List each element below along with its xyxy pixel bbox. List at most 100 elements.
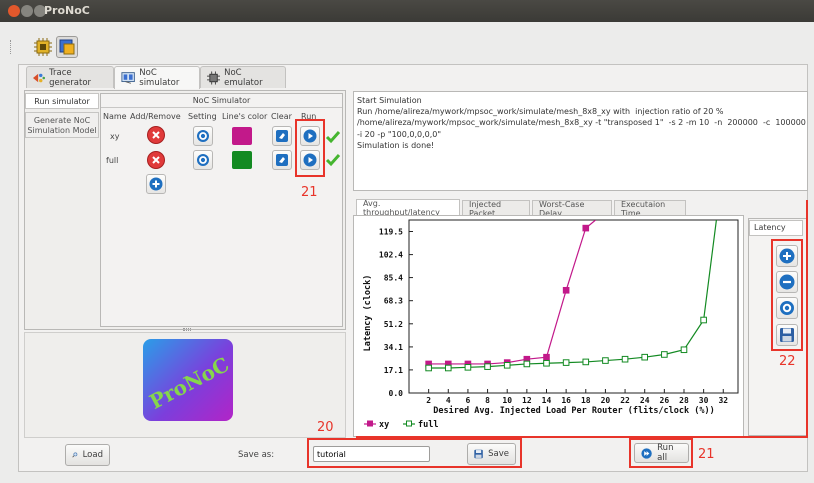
load-button-label: Load — [82, 450, 103, 460]
data-point-xy — [582, 224, 590, 232]
noc-simulator-title: NoC Simulator — [192, 96, 251, 105]
simulation-log: Start Simulation Run /home/alireza/mywor… — [353, 91, 808, 191]
run-all-button[interactable]: Run all — [634, 443, 689, 463]
remove-xy-button[interactable] — [147, 126, 165, 144]
clear-full-button[interactable] — [272, 150, 292, 170]
legend-marker-full — [406, 420, 412, 427]
x-tick-label: 4 — [446, 396, 451, 405]
side-tab-generate-model[interactable]: Generate NoC Simulation Model — [25, 112, 99, 138]
minimize-window-button[interactable] — [21, 5, 33, 17]
close-window-button[interactable] — [8, 5, 20, 17]
tab-trace-generator-label: Trace generator — [49, 67, 92, 88]
logo-text: ProNoC — [145, 352, 233, 414]
x-tick-label: 12 — [522, 396, 532, 405]
tab-noc-emulator-label: NoC emulator — [224, 67, 263, 88]
x-tick-label: 18 — [581, 396, 591, 405]
noc-icon — [59, 39, 75, 55]
log-line: Start Simulation — [357, 96, 422, 105]
add-row-button[interactable] — [146, 174, 166, 194]
remove-full-button[interactable] — [147, 151, 165, 169]
setting-xy-button[interactable] — [193, 126, 213, 146]
tab-noc-simulator[interactable]: NoC simulator — [114, 66, 200, 89]
col-setting: Setting — [188, 112, 217, 121]
y-tick-label: 51.2 — [384, 320, 403, 329]
noc-tool-button[interactable] — [56, 36, 78, 58]
data-point-full — [464, 364, 472, 371]
y-tick-label: 0.0 — [389, 389, 404, 398]
tab-injected-packet[interactable]: Injected Packet — [462, 200, 530, 218]
series-xy — [425, 220, 596, 368]
row-xy-name: xy — [110, 132, 120, 141]
x-tick-label: 30 — [699, 396, 709, 405]
row-full-name: full — [106, 156, 119, 165]
tab-execution-time[interactable]: Executaion Time — [614, 200, 686, 218]
save-as-input[interactable] — [313, 446, 430, 462]
legend-label-full: full — [418, 420, 438, 430]
col-add-remove: Add/Remove — [130, 112, 181, 121]
log-line: -i 20 -p "100,0,0,0,0" — [357, 129, 442, 139]
col-line-color: Line's color — [222, 112, 268, 121]
x-tick-label: 2 — [426, 396, 431, 405]
window-title: ProNoC — [44, 4, 90, 17]
gear-icon — [197, 154, 209, 166]
eraser-icon — [276, 130, 288, 142]
x-tick-label: 32 — [718, 396, 728, 405]
splitter-handle[interactable] — [183, 328, 191, 331]
x-tick-label: 16 — [561, 396, 571, 405]
x-tick-label: 14 — [542, 396, 552, 405]
tab-avg-throughput-latency[interactable]: Avg. throughput/latency — [356, 199, 460, 217]
data-point-full — [444, 364, 452, 372]
panel-divider-right — [806, 200, 808, 436]
tab-worst-case-delay[interactable]: Worst-Case Delay — [532, 200, 612, 218]
latency-panel-tab[interactable]: Latency — [749, 220, 803, 236]
annotation-20: 20 — [317, 420, 334, 435]
chart-xlabel: Desired Avg. Injected Load Per Router (f… — [433, 405, 714, 416]
plus-icon — [149, 177, 163, 191]
remove-icon — [152, 156, 160, 164]
x-tick-label: 28 — [679, 396, 689, 405]
noc-simulator-header: NoC Simulator — [101, 94, 342, 108]
gear-icon — [197, 130, 209, 142]
chip-tool-button[interactable] — [32, 36, 54, 58]
x-tick-label: 8 — [485, 396, 490, 405]
data-point-xy — [562, 286, 570, 294]
log-line: Simulation is done! — [357, 140, 435, 150]
y-tick-label: 119.5 — [379, 227, 403, 236]
data-point-full — [523, 360, 531, 368]
latency-chart: Latency (clock) Desired Avg. Injected Lo… — [363, 219, 739, 430]
save-button[interactable]: Save — [467, 443, 516, 465]
noc-simulator-icon — [121, 72, 135, 84]
side-tab-run-simulator[interactable]: Run simulator — [25, 93, 99, 109]
y-tick-label: 85.4 — [384, 274, 403, 283]
data-point-full — [543, 359, 550, 367]
data-point-full — [484, 363, 491, 370]
chip-icon — [34, 38, 52, 56]
floppy-disk-icon — [474, 449, 483, 459]
line-color-full-swatch[interactable] — [232, 151, 252, 169]
legend-label-xy: xy — [379, 420, 389, 430]
annotation-21-run: 21 — [301, 185, 318, 200]
clear-xy-button[interactable] — [272, 126, 292, 146]
tab-trace-generator[interactable]: Trace generator — [26, 66, 114, 88]
load-button[interactable]: Load — [65, 444, 110, 466]
run-all-button-label: Run all — [657, 443, 674, 463]
tab-noc-simulator-label: NoC simulator — [139, 68, 180, 88]
save-as-label: Save as: — [238, 450, 275, 460]
chart-ylabel: Latency (clock) — [363, 275, 373, 352]
series-line-full — [428, 220, 717, 369]
data-point-full — [641, 353, 649, 361]
data-point-full — [503, 361, 511, 369]
series-full — [425, 220, 717, 372]
line-color-xy-swatch[interactable] — [232, 127, 252, 145]
data-point-full — [602, 357, 609, 364]
setting-full-button[interactable] — [193, 150, 213, 170]
series-line-xy — [428, 220, 596, 365]
annotation-box-chart-controls — [771, 239, 803, 351]
tab-noc-emulator[interactable]: NoC emulator — [200, 66, 286, 88]
done-full-check-icon — [325, 154, 341, 167]
done-xy-check-icon — [325, 131, 341, 144]
run-all-icon — [641, 447, 652, 459]
legend-marker-xy — [367, 420, 373, 427]
latency-panel-label: Latency — [754, 223, 786, 232]
y-tick-label: 34.1 — [384, 343, 403, 352]
